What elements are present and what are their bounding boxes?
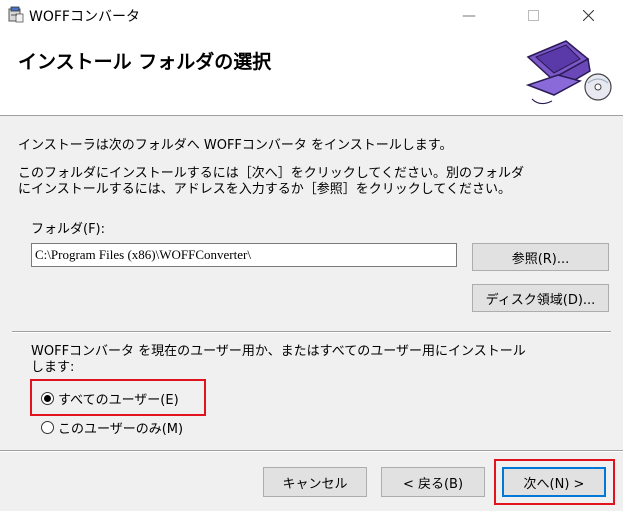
radio-all-users-label: すべてのユーザー(E) [58,393,179,408]
close-icon [582,10,594,21]
minimize-button[interactable]: — [446,0,492,31]
radio-all-users[interactable]: すべてのユーザー(E) [41,389,179,408]
disk-cost-button[interactable]: ディスク領域(D)... [472,284,609,312]
instructions-line-2: にインストールするには、アドレスを入力するか［参照］をクリックしてください。 [18,182,511,197]
title-bar: WOFFコンバータ — [0,0,623,32]
installer-app-icon [8,6,24,23]
wizard-header: インストール フォルダの選択 [0,31,623,116]
folder-path-input[interactable]: C:\Program Files (x86)\WOFFConverter\ [31,243,457,267]
browse-button[interactable]: 参照(R)... [472,243,609,271]
radio-button-checked[interactable] [41,392,54,405]
back-button[interactable]: < 戻る(B) [381,467,485,497]
divider [12,331,611,333]
intro-text: インストーラは次のフォルダへ WOFFコンバータ をインストールします。 [18,138,453,153]
users-prompt-line-1: WOFFコンバータ を現在のユーザー用か、またはすべてのユーザー用にインストール [31,344,526,359]
computer-setup-icon [525,40,612,105]
radio-button-unchecked[interactable] [41,421,54,434]
minimize-icon: — [462,7,476,24]
cancel-button[interactable]: キャンセル [263,467,367,497]
close-button[interactable] [565,0,611,31]
footer-divider [0,450,623,452]
maximize-icon [527,10,539,21]
radio-this-user[interactable]: このユーザーのみ(M) [41,418,183,437]
folder-label: フォルダ(F): [31,222,106,237]
page-title: インストール フォルダの選択 [18,51,272,73]
next-button[interactable]: 次へ(N) > [502,467,606,497]
window-title: WOFFコンバータ [29,9,140,25]
radio-this-user-label: このユーザーのみ(M) [58,422,184,437]
maximize-button[interactable] [510,0,556,31]
users-prompt-line-2: します: [31,360,75,375]
instructions-line-1: このフォルダにインストールするには［次へ］をクリックしてください。別のフォルダ [18,166,524,181]
